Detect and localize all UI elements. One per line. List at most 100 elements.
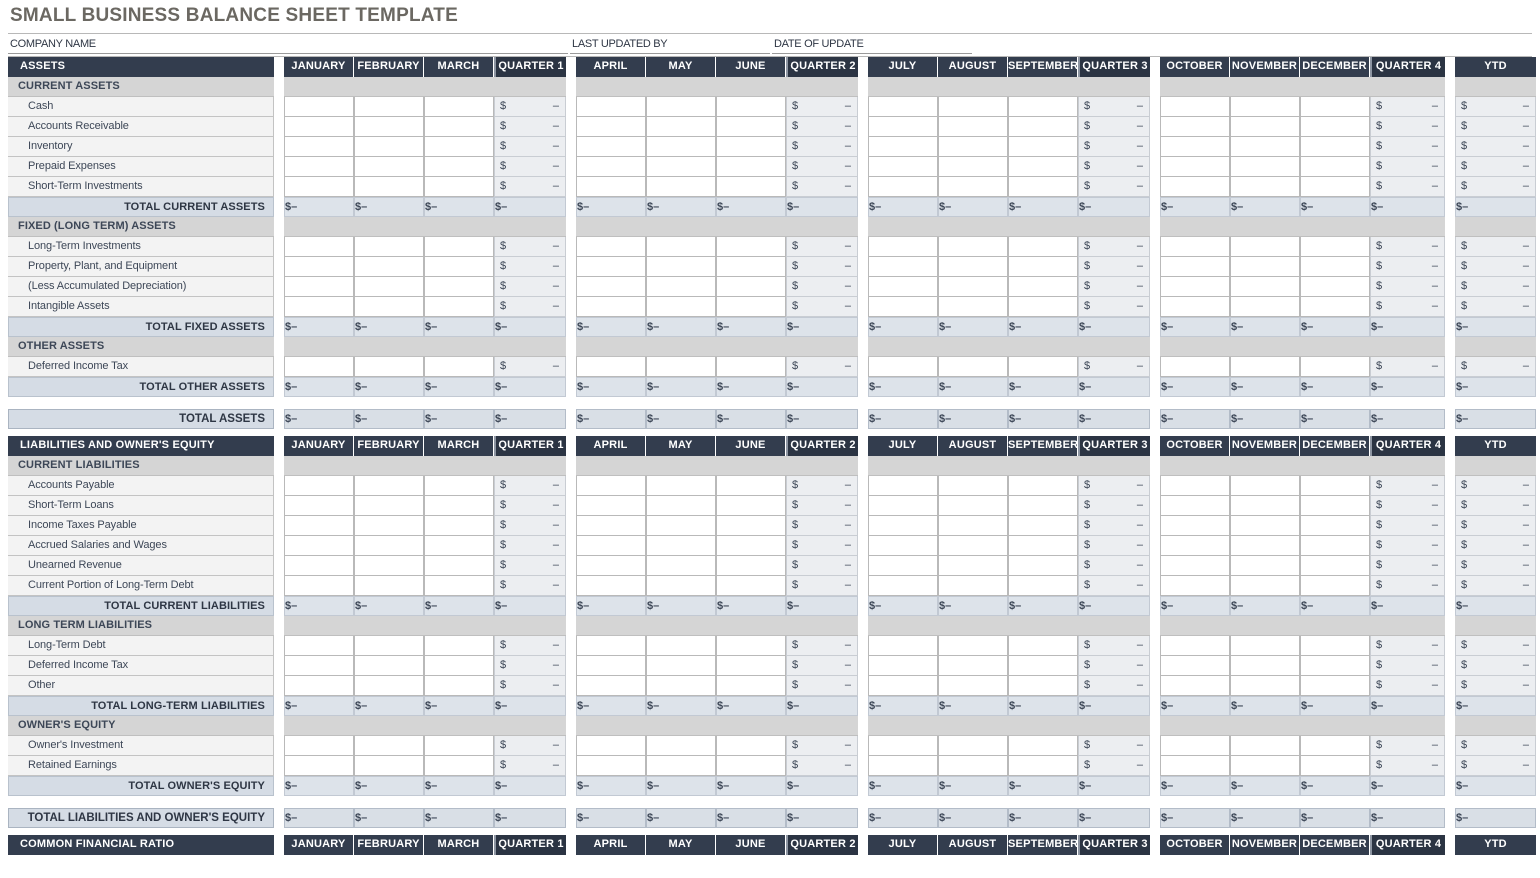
empty-value: – [1431, 539, 1438, 551]
month-input-cell[interactable] [1300, 117, 1370, 137]
empty-value: – [1237, 321, 1244, 333]
month-input-cell[interactable] [1230, 277, 1300, 297]
month-input-cell[interactable] [1300, 576, 1370, 596]
currency-symbol: $ [1376, 579, 1383, 591]
table-row: COMMON FINANCIAL RATIO JANUARY FEBRUARY MAR… [8, 835, 1536, 855]
month-input-cell[interactable] [1160, 756, 1230, 776]
month-input-cell[interactable] [1300, 237, 1370, 257]
month-input-cell[interactable] [1300, 676, 1370, 696]
month-input-cell[interactable] [1300, 257, 1370, 277]
last-updated-by-field[interactable]: LAST UPDATED BY [570, 34, 770, 54]
month-input-cell[interactable] [1230, 237, 1300, 257]
month-input-cell[interactable] [1300, 476, 1370, 496]
empty-value: – [1431, 579, 1438, 591]
quarter-block-q4: $ – [8, 656, 1532, 676]
group-spacer-cell [1370, 77, 1445, 97]
month-input-cell[interactable] [1160, 277, 1230, 297]
month-input-cell[interactable] [1230, 536, 1300, 556]
table-row: Accrued Salaries and Wages $ – $ – $ – $ – $ – [8, 536, 1536, 556]
month-input-cell[interactable] [1230, 496, 1300, 516]
month-input-cell[interactable] [1300, 536, 1370, 556]
table-row: CURRENT ASSETS [8, 77, 1536, 97]
month-input-cell[interactable] [1300, 756, 1370, 776]
group-spacer-cell [1230, 337, 1300, 357]
month-input-cell[interactable] [1160, 257, 1230, 277]
month-input-cell[interactable] [1230, 357, 1300, 377]
currency-symbol: $ [1376, 120, 1383, 132]
empty-value: – [1237, 413, 1244, 425]
month-input-cell[interactable] [1230, 97, 1300, 117]
month-input-cell[interactable] [1230, 656, 1300, 676]
ytd-calc-cell: $ – [1455, 676, 1536, 696]
month-input-cell[interactable] [1230, 117, 1300, 137]
quarter-block-q4 [8, 616, 1532, 636]
month-input-cell[interactable] [1230, 756, 1300, 776]
month-input-cell[interactable] [1300, 357, 1370, 377]
month-input-cell[interactable] [1160, 736, 1230, 756]
month-input-cell[interactable] [1300, 516, 1370, 536]
month-input-cell[interactable] [1230, 257, 1300, 277]
month-input-cell[interactable] [1160, 636, 1230, 656]
month-input-cell[interactable] [1230, 177, 1300, 197]
month-input-cell[interactable] [1230, 676, 1300, 696]
month-input-cell[interactable] [1300, 177, 1370, 197]
month-input-cell[interactable] [1300, 157, 1370, 177]
quarter-block-q4: $– $– $– $– [8, 776, 1532, 796]
month-input-cell[interactable] [1160, 576, 1230, 596]
currency-symbol: $ [1461, 300, 1468, 312]
month-input-cell[interactable] [1160, 357, 1230, 377]
currency-symbol: $ [1461, 360, 1468, 372]
month-input-cell[interactable] [1160, 297, 1230, 317]
month-input-cell[interactable] [1160, 536, 1230, 556]
currency-symbol: $ [1376, 679, 1383, 691]
month-input-cell[interactable] [1230, 636, 1300, 656]
month-input-cell[interactable] [1230, 157, 1300, 177]
table-row: Short-Term Loans $ – $ – $ – $ – $ – [8, 496, 1536, 516]
month-total-cell: $– [1230, 377, 1300, 397]
month-input-cell[interactable] [1230, 576, 1300, 596]
month-total-cell: $– [1300, 776, 1370, 796]
month-input-cell[interactable] [1160, 676, 1230, 696]
month-input-cell[interactable] [1300, 297, 1370, 317]
month-input-cell[interactable] [1230, 516, 1300, 536]
month-input-cell[interactable] [1300, 277, 1370, 297]
currency-symbol: $ [1376, 659, 1383, 671]
month-input-cell[interactable] [1230, 137, 1300, 157]
month-total-cell: $– [1230, 317, 1300, 337]
month-input-cell[interactable] [1300, 496, 1370, 516]
month-input-cell[interactable] [1160, 177, 1230, 197]
date-of-update-field[interactable]: DATE OF UPDATE [772, 34, 972, 54]
month-input-cell[interactable] [1160, 97, 1230, 117]
month-input-cell[interactable] [1160, 117, 1230, 137]
company-name-field[interactable]: COMPANY NAME [8, 34, 568, 54]
month-input-cell[interactable] [1230, 297, 1300, 317]
month-input-cell[interactable] [1300, 656, 1370, 676]
month-input-cell[interactable] [1160, 157, 1230, 177]
month-input-cell[interactable] [1300, 137, 1370, 157]
month-input-cell[interactable] [1230, 556, 1300, 576]
quarter-block-q4: OCTOBER NOVEMBER DECEMBER QUARTER 4 [8, 436, 1532, 456]
currency-symbol: $ [1376, 639, 1383, 651]
month-input-cell[interactable] [1160, 496, 1230, 516]
month-input-cell[interactable] [1300, 636, 1370, 656]
month-input-cell[interactable] [1160, 556, 1230, 576]
empty-value: – [1431, 280, 1438, 292]
empty-value: – [1167, 321, 1174, 333]
month-input-cell[interactable] [1230, 476, 1300, 496]
group-spacer-cell [1160, 337, 1230, 357]
month-input-cell[interactable] [1160, 656, 1230, 676]
month-total-cell: $– [1300, 317, 1370, 337]
month-input-cell[interactable] [1160, 516, 1230, 536]
month-input-cell[interactable] [1300, 556, 1370, 576]
currency-symbol: $ [1376, 160, 1383, 172]
month-input-cell[interactable] [1160, 137, 1230, 157]
month-input-cell[interactable] [1230, 736, 1300, 756]
quarter-block-q4: OCTOBER NOVEMBER DECEMBER QUARTER 4 [8, 835, 1532, 855]
month-input-cell[interactable] [1300, 736, 1370, 756]
quarter-total-cell: $– [1370, 197, 1445, 217]
month-input-cell[interactable] [1160, 237, 1230, 257]
table-row: Intangible Assets $ – $ – $ – $ – $ – [8, 297, 1536, 317]
month-input-cell[interactable] [1300, 97, 1370, 117]
table-row: Short-Term Investments $ – $ – $ – $ – $ – [8, 177, 1536, 197]
month-input-cell[interactable] [1160, 476, 1230, 496]
